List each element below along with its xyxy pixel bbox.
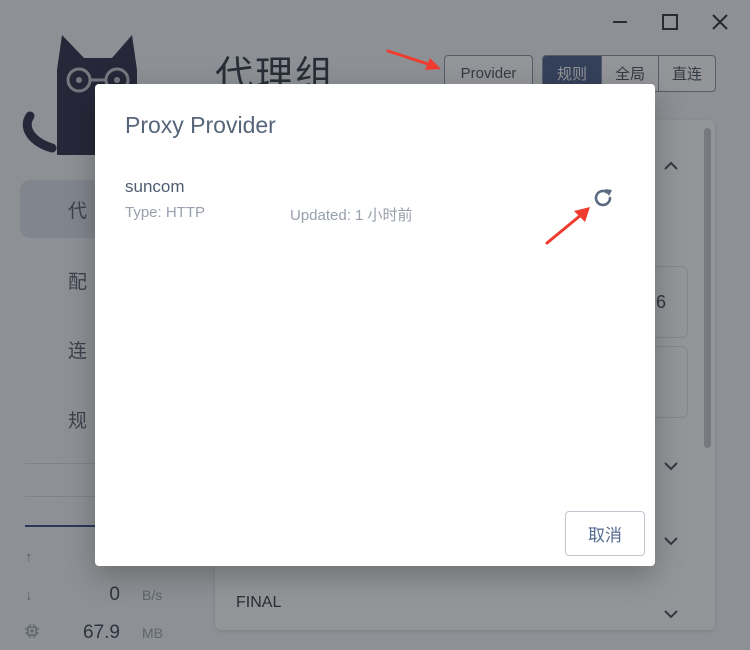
provider-type: Type: HTTP [125, 204, 206, 221]
cancel-button[interactable]: 取消 [565, 511, 645, 556]
refresh-icon[interactable] [590, 185, 616, 211]
dialog-title: Proxy Provider [125, 112, 276, 138]
proxy-provider-dialog: Proxy Provider suncom Type: HTTP Updated… [95, 84, 655, 566]
provider-name: suncom [125, 177, 185, 196]
annotation-arrow-icon [545, 207, 590, 245]
annotation-arrow-icon [386, 49, 441, 70]
provider-updated: Updated: 1 小时前 [290, 207, 413, 224]
